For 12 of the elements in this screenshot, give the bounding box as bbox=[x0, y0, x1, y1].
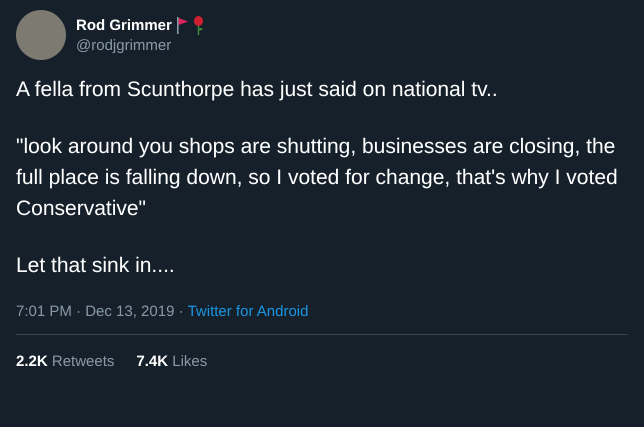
stat-link[interactable]: 7.4K Likes bbox=[136, 353, 208, 370]
timestamp[interactable]: 7:01 PM · Dec 13, 2019 · bbox=[16, 303, 184, 320]
tweet-text: Let that sink in.... bbox=[16, 253, 176, 279]
flag-icon bbox=[176, 17, 188, 34]
stat-link[interactable]: 2.2K Retweets bbox=[16, 353, 114, 370]
author-handle[interactable]: @rodjgrimmer bbox=[76, 37, 204, 54]
source-link[interactable]: Twitter for Android bbox=[188, 303, 308, 320]
author-name[interactable]: Rod Grimmer bbox=[76, 17, 172, 34]
tweet-text: A fella from Scunthorpe has just said on national tv.. bbox=[16, 77, 499, 103]
tweet-text: "look around you shops are shutting, businesses are closing, the full place is falling down, so I voted for change, that's why I voted Conservative" bbox=[16, 134, 619, 222]
rose-icon bbox=[192, 16, 204, 35]
avatar-placeholder[interactable] bbox=[16, 10, 66, 60]
